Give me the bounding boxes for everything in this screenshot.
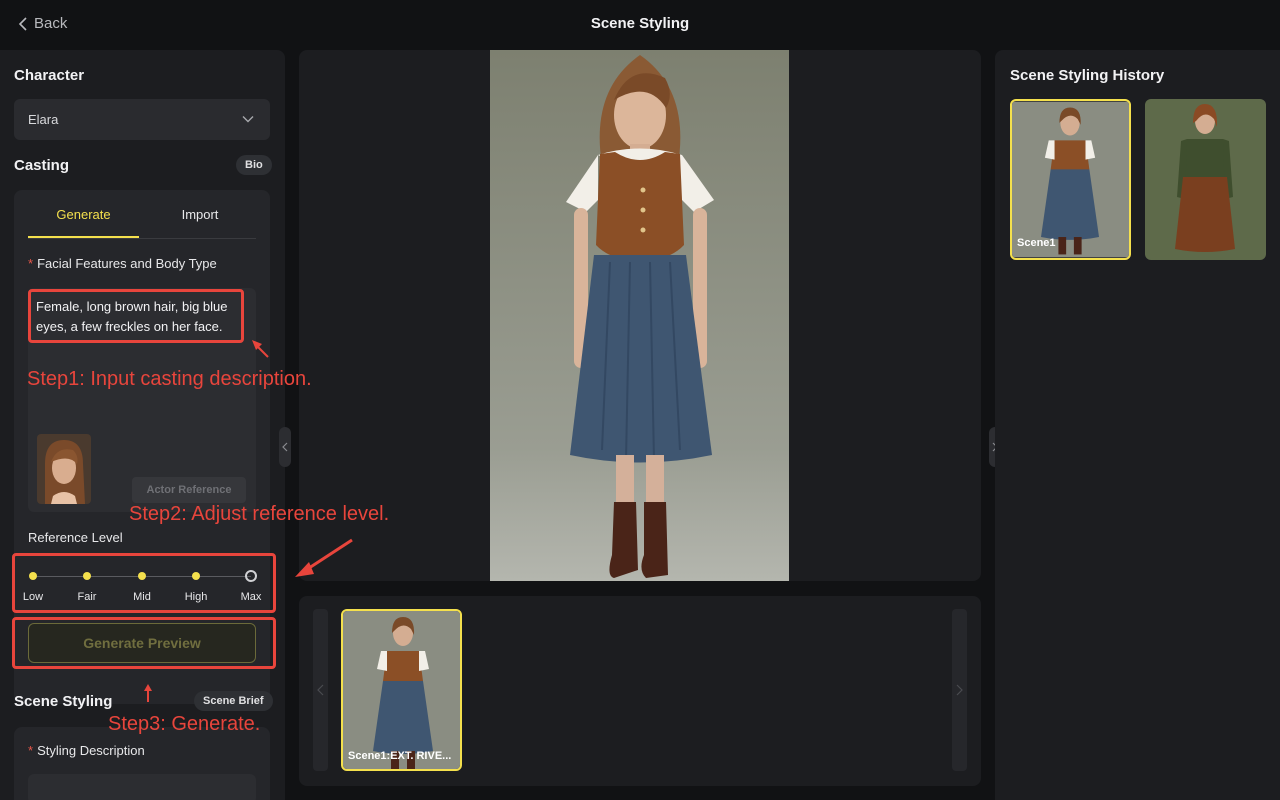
annotation-box-generate [12,617,276,669]
history-title: Scene Styling History [1010,67,1165,84]
history-panel: Scene Styling History Scene1 [995,50,1280,800]
reference-level-label: Reference Level [28,530,123,545]
styling-description-label: * Styling Description [28,743,145,758]
chevron-right-icon [956,684,963,696]
collapse-left-handle[interactable] [279,427,291,467]
tab-import[interactable]: Import [146,207,254,222]
top-bar: Back Scene Styling [0,0,1280,50]
annotation-box-description [28,289,244,343]
tab-active-indicator [28,236,139,238]
character-select-value: Elara [28,112,59,127]
required-mark: * [28,256,34,271]
history-item-illustration [1012,101,1129,258]
chevron-down-icon [242,116,254,123]
scene-thumbnail[interactable]: Scene1:EXT. RIVE... [341,609,462,771]
styling-description-label-text: Styling Description [37,743,145,758]
page-title: Scene Styling [590,15,690,32]
scene-brief-button[interactable]: Scene Brief [194,691,273,711]
history-item[interactable]: Scene1 [1010,99,1131,260]
history-item-illustration [1145,99,1266,260]
annotation-step1: Step1: Input casting description. [27,368,312,390]
annotation-box-reference-level [12,553,276,613]
history-item[interactable] [1145,99,1266,260]
left-panel: Character Elara Casting Bio Generate Imp… [0,50,285,800]
styling-card: * Styling Description [14,727,270,800]
scene-thumbnail-illustration [343,611,460,769]
required-mark: * [28,743,34,758]
history-item-caption: Scene1 [1017,237,1056,249]
chevron-left-icon [282,442,288,452]
facial-features-label: * Facial Features and Body Type [28,256,217,271]
tab-generate[interactable]: Generate [28,207,139,222]
character-select[interactable]: Elara [14,99,270,140]
strip-next-button[interactable] [952,609,967,771]
tab-divider [28,238,256,239]
annotation-step3: Step3: Generate. [108,713,261,735]
actor-reference-button[interactable]: Actor Reference [132,477,246,503]
actor-reference-image[interactable] [37,434,91,504]
character-figure-illustration [490,50,789,581]
facial-features-label-text: Facial Features and Body Type [37,256,217,271]
preview-panel [299,50,981,581]
strip-prev-button[interactable] [313,609,328,771]
character-section-title: Character [14,67,85,84]
casting-section-title: Casting [14,157,70,174]
actor-portrait-illustration [37,434,91,504]
chevron-left-icon [317,684,324,696]
bio-button[interactable]: Bio [236,155,272,175]
scene-thumbnail-strip: Scene1:EXT. RIVE... [299,596,981,786]
annotation-step2: Step2: Adjust reference level. [129,503,390,525]
scene-thumbnail-caption: Scene1:EXT. RIVE... [348,750,452,762]
scene-styling-section-title: Scene Styling [14,693,113,710]
styling-description-field[interactable] [28,774,256,800]
preview-image [490,50,789,581]
